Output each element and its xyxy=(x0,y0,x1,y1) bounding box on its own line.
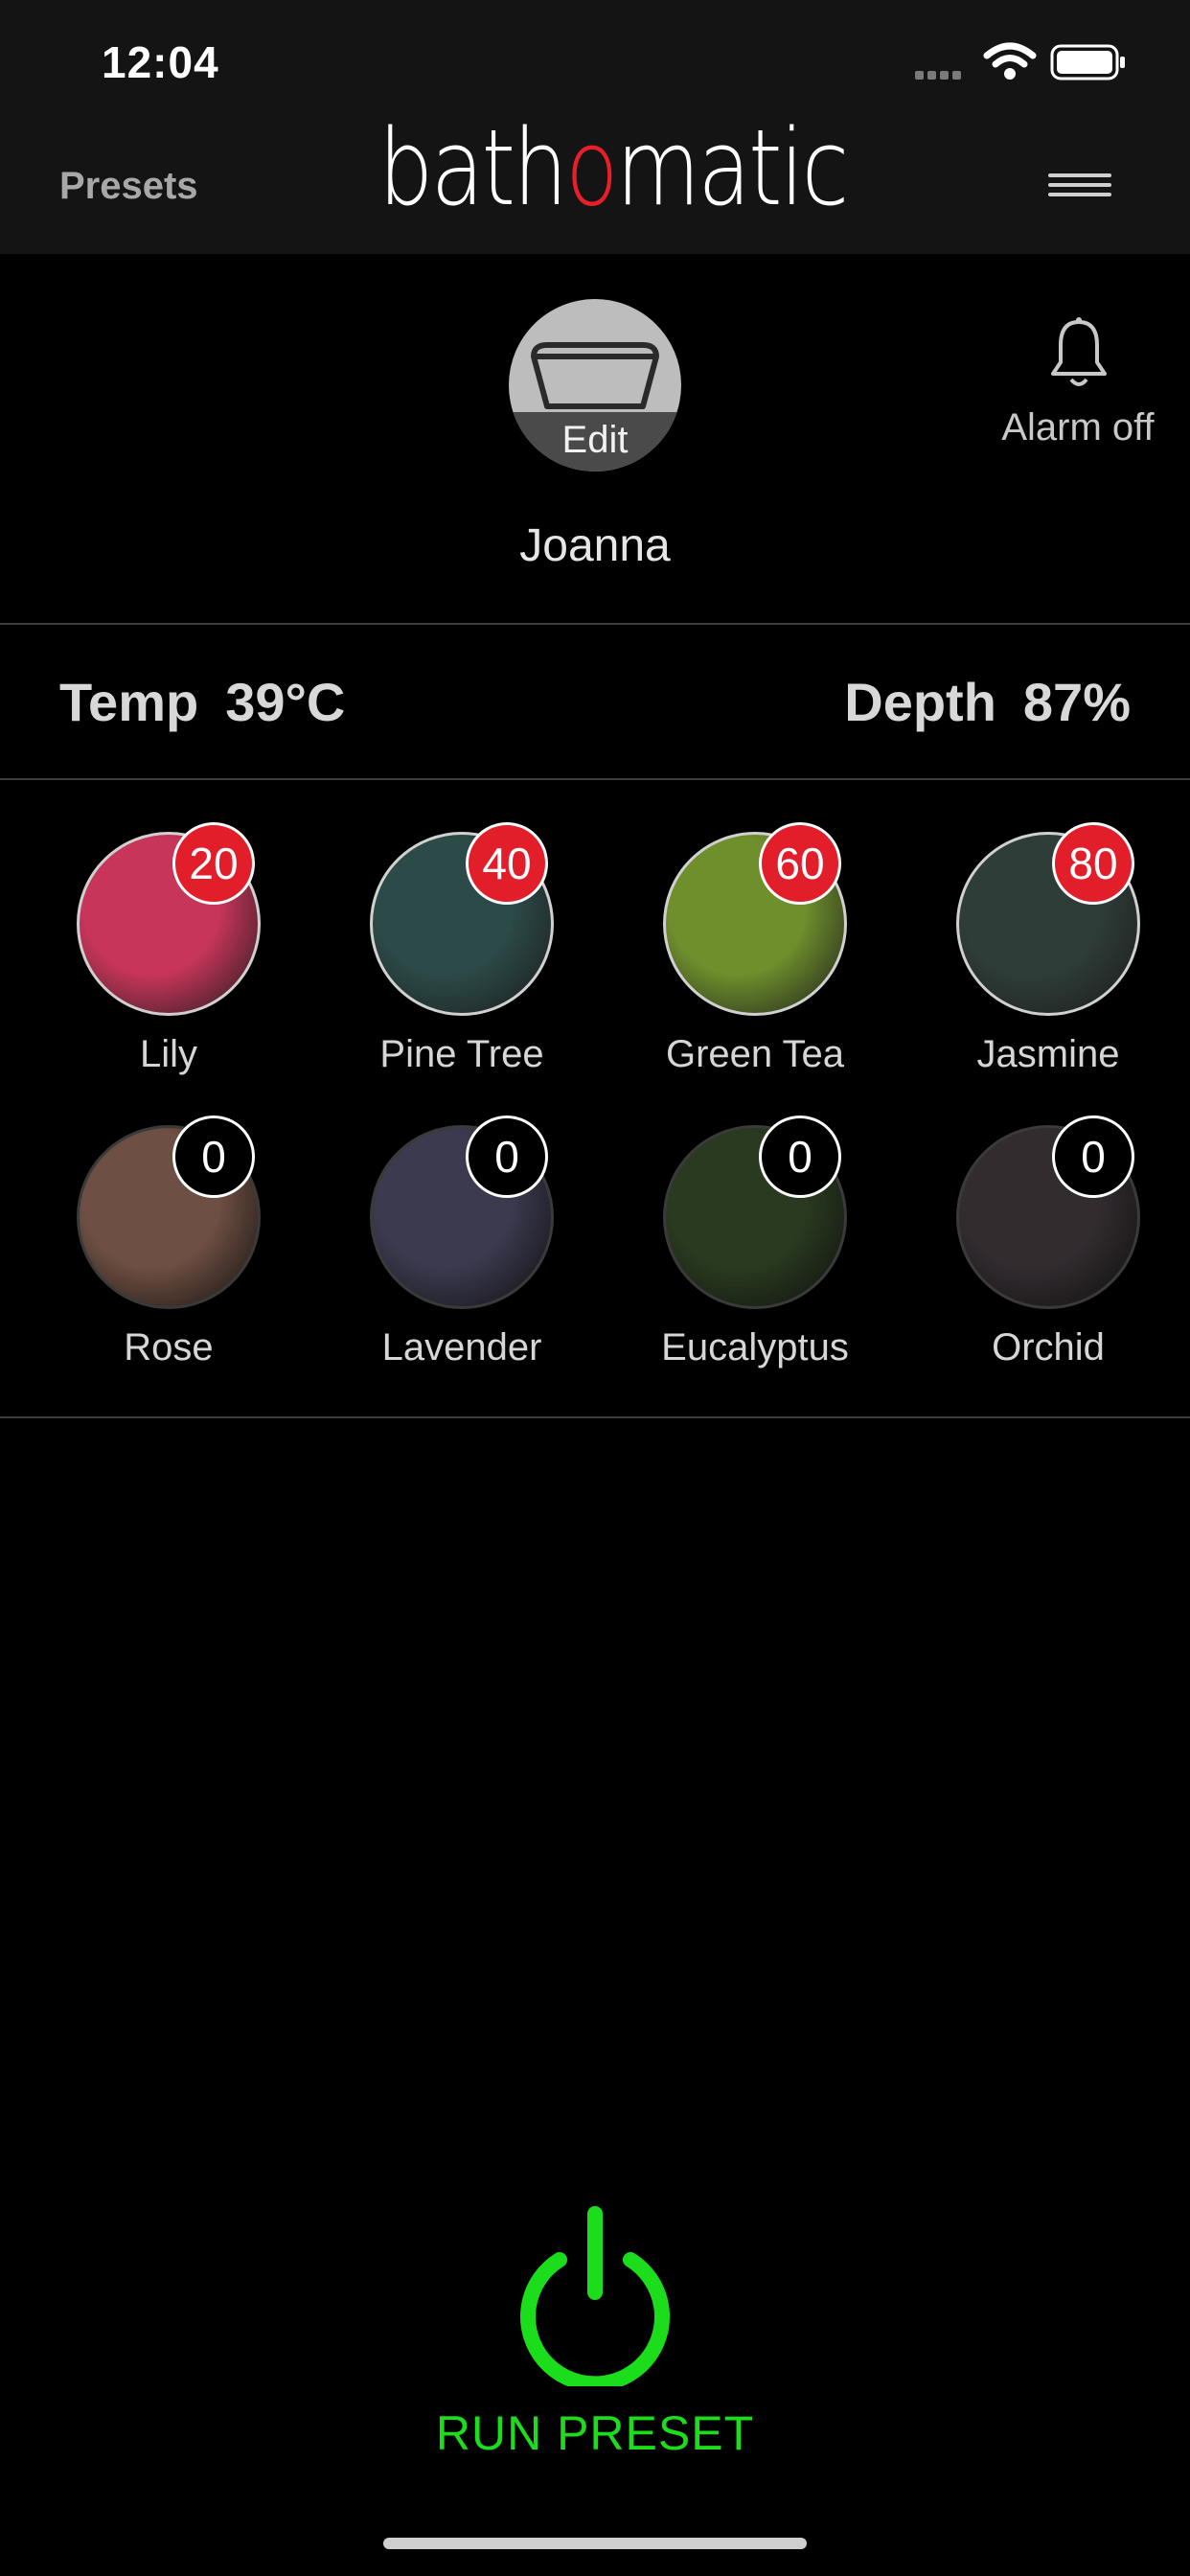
hamburger-menu-icon[interactable] xyxy=(1048,173,1111,202)
scent-level-badge: 40 xyxy=(466,822,548,905)
edit-label: Edit xyxy=(561,419,629,461)
depth-setting[interactable]: Depth 87% xyxy=(844,671,1131,733)
temp-value: 39°C xyxy=(225,672,346,732)
status-time: 12:04 xyxy=(102,37,219,87)
bathtub-icon xyxy=(531,342,659,409)
wifi-icon xyxy=(983,42,1037,80)
scent-level-badge: 60 xyxy=(759,822,841,905)
power-icon[interactable] xyxy=(514,2204,676,2386)
logo-text-accent: o xyxy=(565,106,618,229)
scent-level-badge: 0 xyxy=(1052,1116,1134,1198)
scent-level-badge: 0 xyxy=(172,1116,255,1198)
profile-name: Joanna xyxy=(519,520,671,571)
depth-label: Depth xyxy=(844,672,996,732)
profile-avatar[interactable]: Edit xyxy=(509,299,681,472)
depth-value: 87% xyxy=(1022,672,1131,732)
divider xyxy=(0,778,1190,780)
scent-level-badge: 0 xyxy=(759,1116,841,1198)
divider xyxy=(0,1416,1190,1418)
cellular-signal-icon xyxy=(915,67,973,80)
presets-button[interactable]: Presets xyxy=(59,165,198,208)
scent-name: Orchid xyxy=(992,1326,1105,1368)
scent-level-badge: 20 xyxy=(172,822,255,905)
scent-level-badge: 0 xyxy=(466,1116,548,1198)
battery-icon xyxy=(1050,44,1125,80)
scent-level-badge: 80 xyxy=(1052,822,1134,905)
top-bar: 12:04 Presets bathomatic xyxy=(0,0,1190,254)
bell-icon[interactable] xyxy=(1049,316,1109,391)
alarm-status[interactable]: Alarm off xyxy=(992,406,1164,449)
temp-setting[interactable]: Temp 39°C xyxy=(59,671,345,733)
temp-label: Temp xyxy=(59,672,199,732)
app-logo: bathomatic xyxy=(378,115,849,220)
logo-text-start: bath xyxy=(378,106,568,229)
scent-name: Jasmine xyxy=(976,1033,1120,1075)
home-indicator xyxy=(383,2538,807,2549)
logo-text-end: matic xyxy=(615,106,849,229)
run-preset-button[interactable]: RUN PRESET xyxy=(0,2405,1190,2461)
divider xyxy=(0,623,1190,625)
